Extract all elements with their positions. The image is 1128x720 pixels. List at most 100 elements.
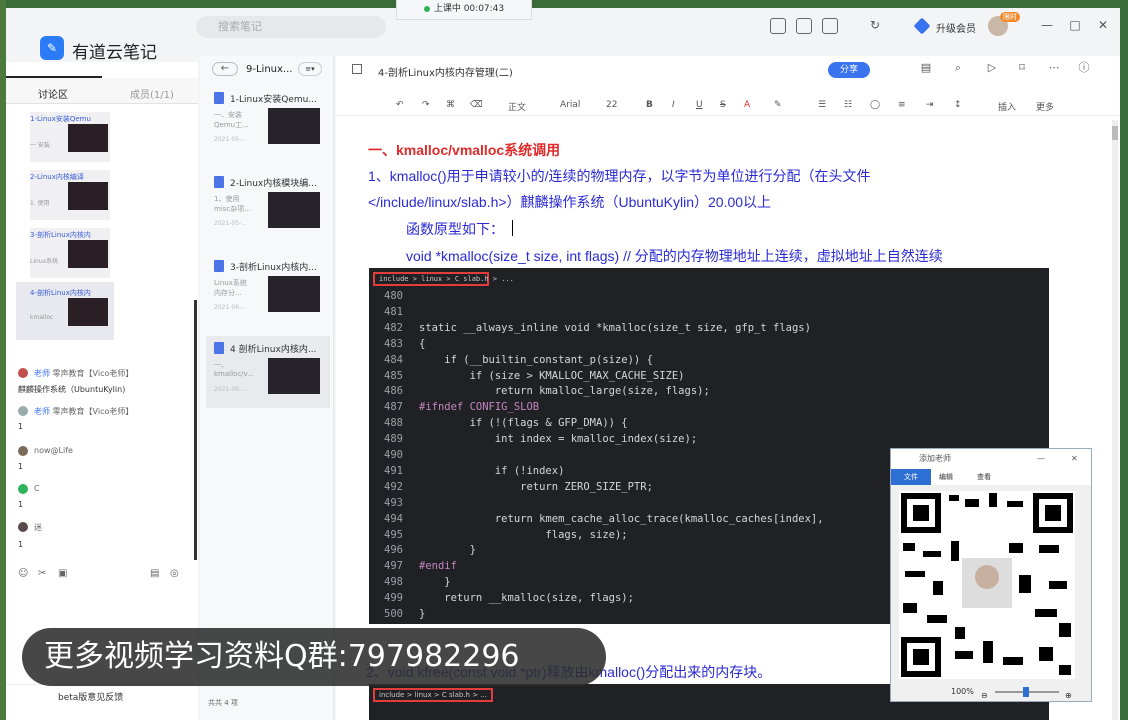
bold-icon[interactable]: B (646, 100, 653, 110)
maximize-icon[interactable]: □ (1068, 18, 1082, 32)
doc-paragraph[interactable]: 函数原型如下： (406, 219, 504, 239)
recording-label: 上课中 00:07:43 (433, 4, 505, 14)
code-line-number: 484 (384, 353, 403, 366)
info-icon[interactable]: ⓘ (1078, 62, 1090, 74)
doc-paragraph[interactable]: </include/linux/slab.h>）麒麟操作系统（UbuntuKyl… (368, 192, 771, 212)
present-icon[interactable]: ▤ (920, 62, 932, 74)
viewer-minimize-icon[interactable]: — (1037, 449, 1045, 469)
note-snippet: Linux系统 (214, 279, 247, 287)
paragraph-style-select[interactable]: 正文 (508, 100, 526, 113)
undo-icon[interactable]: ↶ (396, 100, 404, 110)
note-date: 2021-05-... (214, 136, 247, 143)
code-breadcrumb: include > linux > C slab.h > ... (373, 688, 493, 702)
viewer-menubar: 文件 编辑 查看 (891, 469, 1091, 485)
font-size-select[interactable]: 22 (606, 100, 617, 110)
emoji-icon[interactable]: ☺ (18, 568, 28, 579)
editor-scroll-thumb[interactable] (1112, 126, 1118, 140)
bookmark-icon[interactable]: ⌑ (1016, 62, 1028, 74)
slide-thumb[interactable]: 2-Linux内核编译 1. 使用 (30, 170, 110, 220)
play-icon[interactable]: ▷ (986, 62, 998, 74)
doc-title[interactable]: 4-剖析Linux内核内存管理(二) (378, 64, 513, 79)
doc-paragraph[interactable]: void *kmalloc(size_t size, int flags) //… (406, 246, 943, 266)
note-item[interactable]: 1-Linux安装Qemu... 一、安装 Qemu工... 2021-05-... (206, 86, 330, 158)
promo-banner: 更多视频学习资料Q群:797982296 (22, 628, 606, 686)
feedback-link[interactable]: beta版意见反馈 (58, 690, 123, 703)
search-input[interactable]: 搜索笔记 (196, 16, 386, 38)
note-item-selected[interactable]: 4 剖析Linux内核内... 一、 kmalloc/v... 2021-06-... (206, 336, 330, 408)
viewer-menu-view[interactable]: 查看 (977, 469, 991, 485)
note-thumbnail (268, 108, 320, 144)
code-line-number: 497 (384, 560, 403, 573)
todo-icon[interactable]: ◯ (870, 100, 880, 110)
slide-thumb[interactable]: 4-剖析Linux内核内 kmalloc (30, 286, 110, 336)
code-line-text: return __kmalloc(size, flags); (419, 592, 634, 605)
sync-icon[interactable]: ↻ (868, 18, 882, 32)
code-line-number: 486 (384, 385, 403, 398)
note-item[interactable]: 3-剖析Linux内核内... Linux系统 内存分... 2021-06-... (206, 254, 330, 326)
more-icon[interactable]: ⋯ (1048, 62, 1060, 74)
highlight-icon[interactable]: ✎ (774, 100, 782, 110)
numbered-list-icon[interactable]: ☷ (844, 100, 852, 110)
insert-menu[interactable]: 插入 (998, 100, 1016, 113)
code-line-number: 488 (384, 417, 403, 430)
line-height-icon[interactable]: ↕ (954, 100, 962, 110)
image-icon[interactable]: ▣ (58, 568, 67, 579)
editor-scrollbar[interactable] (1112, 120, 1118, 720)
format-painter-icon[interactable]: ⌘ (446, 100, 455, 110)
viewer-close-icon[interactable]: ✕ (1071, 449, 1078, 469)
font-select[interactable]: Arial (560, 100, 580, 110)
text-caret (512, 220, 513, 236)
align-icon[interactable]: ≡ (898, 100, 906, 110)
underline-icon[interactable]: U (696, 100, 703, 110)
note-snippet: 内存分... (214, 289, 242, 297)
sidebar-scrollbar[interactable] (194, 300, 197, 560)
slide-thumb-sub: 1. 使用 (30, 200, 50, 207)
italic-icon[interactable]: I (672, 100, 675, 110)
doc-paragraph[interactable]: 1、kmalloc()用于申请较小的/连续的物理内存，以字节为单位进行分配（在头… (368, 166, 870, 186)
zoom-in-icon[interactable]: ⊕ (1065, 687, 1072, 705)
search-icon[interactable]: ⌕ (952, 62, 964, 74)
message-icon[interactable]: ▤ (150, 568, 159, 579)
chat-sender: now@Life (34, 446, 73, 455)
minimize-icon[interactable]: — (1040, 18, 1054, 32)
layout-icon[interactable] (770, 18, 786, 34)
slide-thumb[interactable]: 1-Linux安装Qemu 一 安装 (30, 112, 110, 162)
slide-thumb-image (68, 298, 108, 326)
recording-indicator[interactable]: 上课中 00:07:43 (396, 0, 532, 20)
code-line-number: 492 (384, 480, 403, 493)
note-snippet: 一、安装 (214, 111, 242, 119)
share-button[interactable]: 分享 (828, 62, 870, 78)
code-line-number: 495 (384, 528, 403, 541)
close-icon[interactable]: ✕ (1096, 18, 1110, 32)
tab-members[interactable]: 成员(1/1) (130, 86, 174, 101)
panel-icon[interactable] (822, 18, 838, 34)
code-line-number: 485 (384, 369, 403, 382)
viewer-menu-edit[interactable]: 编辑 (939, 469, 953, 485)
note-item[interactable]: 2-Linux内核模块编... 1、使用 misc杂项... 2021-05-... (206, 170, 330, 242)
strike-icon[interactable]: S (720, 100, 726, 110)
sort-button[interactable]: ≡▾ (298, 62, 322, 76)
upgrade-vip-button[interactable]: 升级会员 (936, 20, 976, 35)
bullet-list-icon[interactable]: ☰ (818, 100, 826, 110)
font-color-icon[interactable]: A (744, 100, 750, 110)
more-menu[interactable]: 更多 (1036, 100, 1054, 113)
viewer-menu-file[interactable]: 文件 (891, 469, 931, 485)
columns-icon[interactable] (796, 18, 812, 34)
scissors-icon[interactable]: ✂ (38, 568, 46, 579)
doc-heading[interactable]: 一、kmalloc/vmalloc系统调用 (368, 140, 560, 160)
chat-avatar (18, 484, 28, 494)
clear-format-icon[interactable]: ⌫ (470, 100, 483, 110)
redo-icon[interactable]: ↷ (422, 100, 430, 110)
code-line-text: flags, size); (419, 528, 628, 541)
slide-thumb[interactable]: 3-剖析Linux内核内 Linux系统 (30, 228, 110, 278)
back-button[interactable]: ← (212, 62, 238, 76)
settings-icon[interactable]: ◎ (170, 568, 179, 579)
code-line-number: 494 (384, 512, 403, 525)
note-date: 2021-05-... (214, 220, 247, 227)
slide-thumb-sub: Linux系统 (30, 258, 59, 265)
tab-discussion[interactable]: 讨论区 (38, 86, 68, 101)
zoom-out-icon[interactable]: ⊖ (981, 687, 988, 705)
zoom-slider-thumb[interactable] (1023, 687, 1029, 697)
indent-icon[interactable]: ⇥ (926, 100, 934, 110)
note-snippet: misc杂项... (214, 205, 251, 213)
